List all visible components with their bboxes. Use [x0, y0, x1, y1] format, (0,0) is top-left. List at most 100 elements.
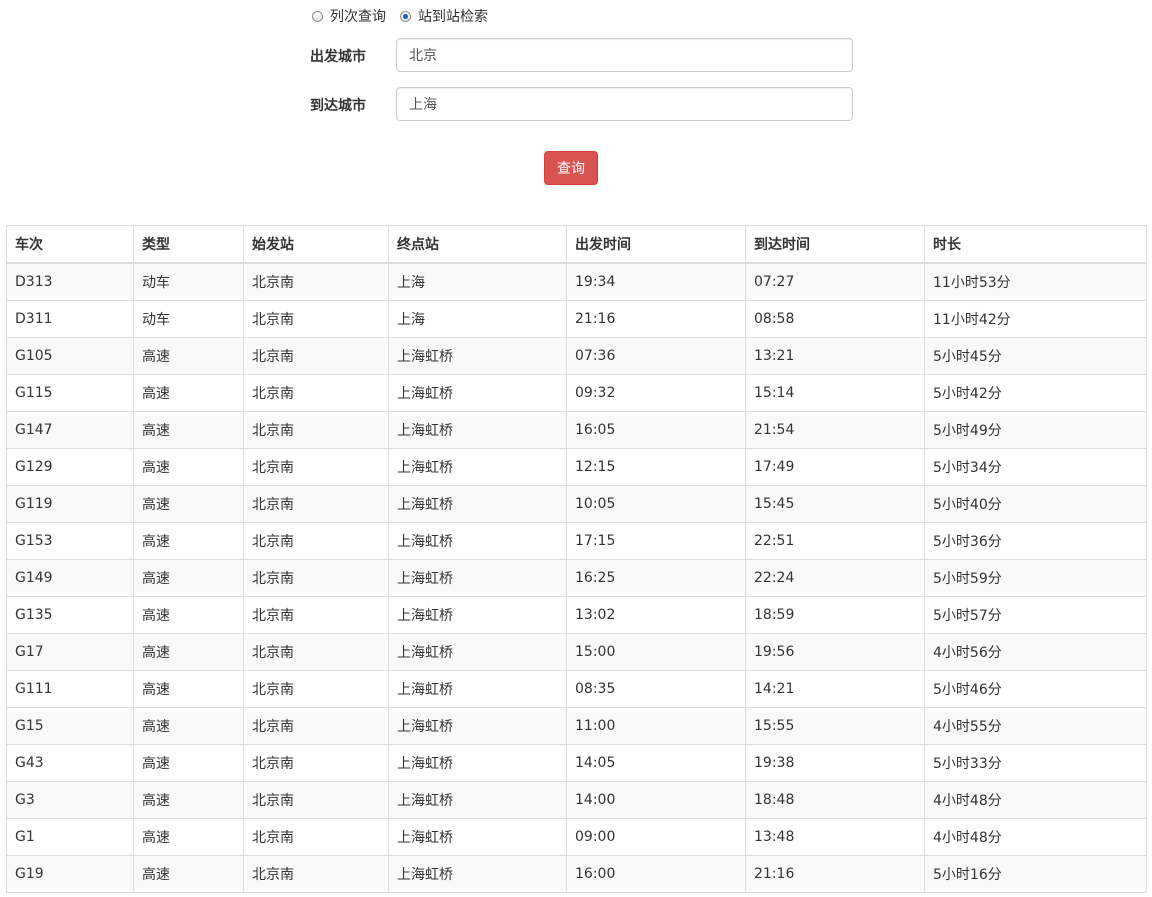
cell-terminal-station: 上海虹桥 — [388, 448, 567, 486]
cell-train-number: G19 — [6, 855, 134, 893]
cell-type: 高速 — [133, 670, 244, 708]
cell-terminal-station: 上海虹桥 — [388, 374, 567, 412]
cell-duration: 5小时33分 — [924, 744, 1147, 782]
cell-origin-station: 北京南 — [243, 411, 389, 449]
cell-terminal-station: 上海虹桥 — [388, 559, 567, 597]
cell-arrival-time: 18:48 — [745, 781, 925, 819]
cell-origin-station: 北京南 — [243, 855, 389, 893]
cell-terminal-station: 上海虹桥 — [388, 596, 567, 634]
column-header-origin-station: 始发站 — [243, 225, 389, 264]
cell-terminal-station: 上海虹桥 — [388, 633, 567, 671]
cell-origin-station: 北京南 — [243, 262, 389, 301]
cell-duration: 5小时46分 — [924, 670, 1147, 708]
cell-train-number: G135 — [6, 596, 134, 634]
cell-train-number: G153 — [6, 522, 134, 560]
radio-train-number-indicator[interactable] — [312, 10, 323, 22]
cell-duration: 4小时55分 — [924, 707, 1147, 745]
cell-type: 高速 — [133, 374, 244, 412]
cell-type: 动车 — [133, 262, 244, 301]
cell-departure-time: 09:32 — [566, 374, 746, 412]
cell-terminal-station: 上海虹桥 — [388, 818, 567, 856]
cell-origin-station: 北京南 — [243, 633, 389, 671]
cell-type: 高速 — [133, 337, 244, 375]
cell-origin-station: 北京南 — [243, 707, 389, 745]
cell-departure-time: 12:15 — [566, 448, 746, 486]
cell-terminal-station: 上海虹桥 — [388, 781, 567, 819]
cell-duration: 4小时56分 — [924, 633, 1147, 671]
cell-train-number: D313 — [6, 262, 134, 301]
cell-type: 高速 — [133, 855, 244, 893]
cell-duration: 4小时48分 — [924, 781, 1147, 819]
cell-terminal-station: 上海虹桥 — [388, 411, 567, 449]
cell-terminal-station: 上海虹桥 — [388, 707, 567, 745]
cell-type: 高速 — [133, 485, 244, 523]
table-row: G149 高速 北京南 上海虹桥 16:25 22:24 5小时59分 — [6, 559, 1147, 597]
cell-arrival-time: 13:21 — [745, 337, 925, 375]
table-row: G115 高速 北京南 上海虹桥 09:32 15:14 5小时42分 — [6, 374, 1147, 412]
cell-origin-station: 北京南 — [243, 596, 389, 634]
cell-train-number: G119 — [6, 485, 134, 523]
cell-duration: 5小时49分 — [924, 411, 1147, 449]
cell-arrival-time: 08:58 — [745, 300, 925, 338]
cell-terminal-station: 上海虹桥 — [388, 522, 567, 560]
cell-departure-time: 15:00 — [566, 633, 746, 671]
table-row: G3 高速 北京南 上海虹桥 14:00 18:48 4小时48分 — [6, 781, 1147, 819]
cell-terminal-station: 上海 — [388, 262, 567, 301]
cell-origin-station: 北京南 — [243, 559, 389, 597]
cell-origin-station: 北京南 — [243, 522, 389, 560]
cell-departure-time: 07:36 — [566, 337, 746, 375]
cell-train-number: G1 — [6, 818, 134, 856]
radio-train-number-label: 列次查询 — [330, 9, 386, 25]
cell-departure-time: 17:15 — [566, 522, 746, 560]
query-button[interactable]: 查询 — [544, 151, 598, 185]
cell-terminal-station: 上海虹桥 — [388, 337, 567, 375]
cell-train-number: G43 — [6, 744, 134, 782]
cell-type: 高速 — [133, 411, 244, 449]
cell-terminal-station: 上海 — [388, 300, 567, 338]
cell-arrival-time: 19:38 — [745, 744, 925, 782]
cell-type: 高速 — [133, 744, 244, 782]
cell-arrival-time: 17:49 — [745, 448, 925, 486]
cell-arrival-time: 22:51 — [745, 522, 925, 560]
cell-terminal-station: 上海虹桥 — [388, 670, 567, 708]
table-header-row: 车次 类型 始发站 终点站 出发时间 到达时间 时长 — [6, 225, 1147, 264]
cell-train-number: G15 — [6, 707, 134, 745]
cell-duration: 11小时53分 — [924, 262, 1147, 301]
table-row: D311 动车 北京南 上海 21:16 08:58 11小时42分 — [6, 300, 1147, 338]
cell-departure-time: 14:00 — [566, 781, 746, 819]
cell-type: 高速 — [133, 448, 244, 486]
cell-origin-station: 北京南 — [243, 818, 389, 856]
radio-station-to-station[interactable]: 站到站检索 — [400, 6, 488, 26]
table-row: G43 高速 北京南 上海虹桥 14:05 19:38 5小时33分 — [6, 744, 1147, 782]
cell-duration: 5小时36分 — [924, 522, 1147, 560]
cell-train-number: G149 — [6, 559, 134, 597]
departure-city-input[interactable] — [396, 38, 853, 72]
cell-train-number: G3 — [6, 781, 134, 819]
cell-duration: 11小时42分 — [924, 300, 1147, 338]
departure-city-label: 出发城市 — [310, 49, 366, 65]
cell-train-number: G129 — [6, 448, 134, 486]
arrival-city-input[interactable] — [396, 87, 853, 121]
cell-arrival-time: 15:14 — [745, 374, 925, 412]
cell-duration: 5小时40分 — [924, 485, 1147, 523]
cell-duration: 4小时48分 — [924, 818, 1147, 856]
cell-train-number: G17 — [6, 633, 134, 671]
cell-departure-time: 08:35 — [566, 670, 746, 708]
column-header-arrival-time: 到达时间 — [745, 225, 925, 264]
table-row: G1 高速 北京南 上海虹桥 09:00 13:48 4小时48分 — [6, 818, 1147, 856]
cell-origin-station: 北京南 — [243, 337, 389, 375]
cell-train-number: G147 — [6, 411, 134, 449]
column-header-train-number: 车次 — [6, 225, 134, 264]
table-row: G105 高速 北京南 上海虹桥 07:36 13:21 5小时45分 — [6, 337, 1147, 375]
radio-train-number[interactable]: 列次查询 — [312, 6, 386, 26]
cell-departure-time: 19:34 — [566, 262, 746, 301]
radio-station-to-station-indicator[interactable] — [400, 10, 411, 22]
cell-arrival-time: 18:59 — [745, 596, 925, 634]
cell-train-number: D311 — [6, 300, 134, 338]
cell-departure-time: 16:00 — [566, 855, 746, 893]
cell-departure-time: 11:00 — [566, 707, 746, 745]
cell-duration: 5小时42分 — [924, 374, 1147, 412]
cell-departure-time: 21:16 — [566, 300, 746, 338]
table-row: D313 动车 北京南 上海 19:34 07:27 11小时53分 — [6, 262, 1147, 301]
table-row: G135 高速 北京南 上海虹桥 13:02 18:59 5小时57分 — [6, 596, 1147, 634]
